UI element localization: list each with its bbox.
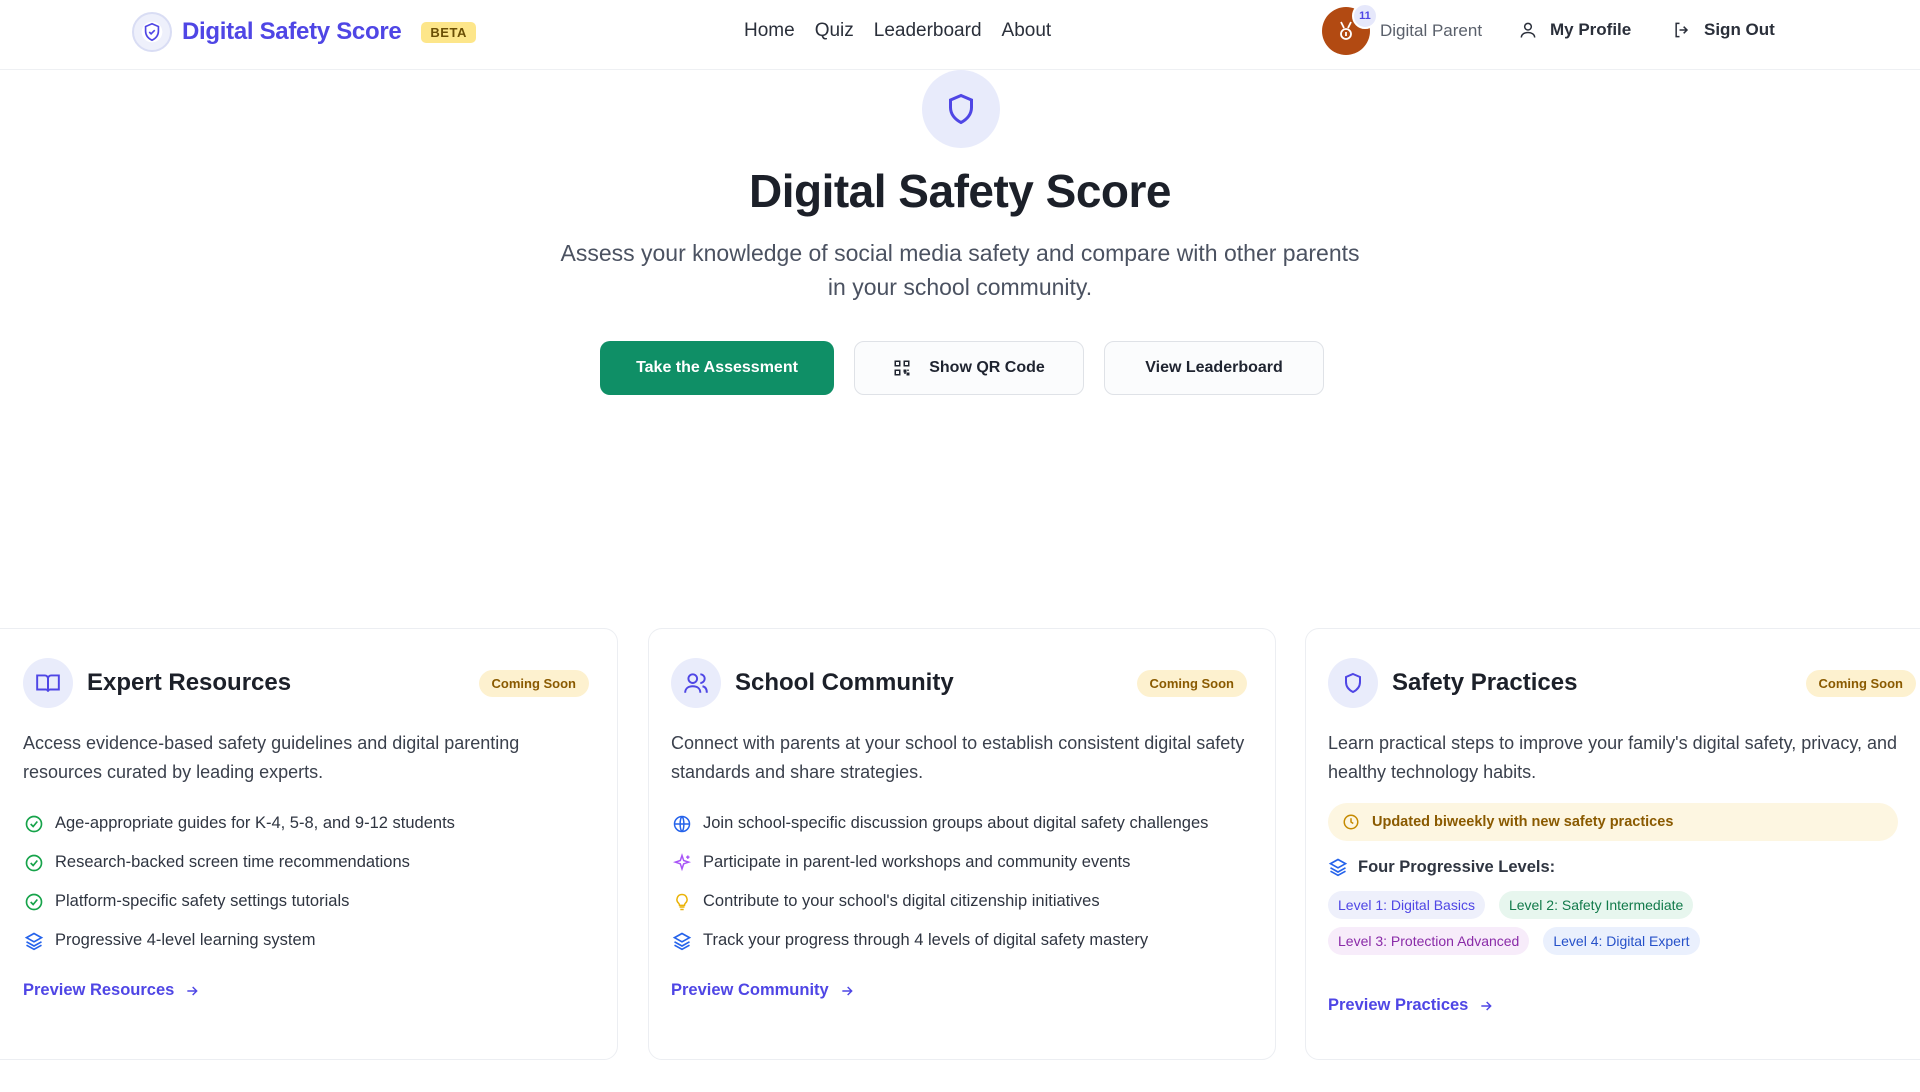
update-note: Updated biweekly with new safety practic… (1328, 803, 1898, 841)
page-title: Digital Safety Score (748, 165, 1172, 217)
users-icon (671, 658, 721, 708)
card-description: Access evidence-based safety guidelines … (23, 733, 520, 782)
hero-shield-icon (922, 70, 1000, 148)
level-pill-1: Level 1: Digital Basics (1328, 891, 1485, 919)
card-header: School Community Coming Soon (671, 657, 1247, 709)
coming-soon-badge: Coming Soon (478, 669, 589, 697)
badge-count: 11 (1352, 3, 1378, 29)
card-safety-practices: Safety Practices Coming Soon Learn pract… (1305, 628, 1920, 1060)
levels-heading: Four Progressive Levels: (1328, 857, 1555, 877)
my-profile-label: My Profile (1550, 20, 1632, 39)
book-icon (23, 658, 73, 708)
user-name: Digital Parent (1380, 21, 1483, 40)
levels-list: Level 1: Digital Basics Level 2: Safety … (1328, 891, 1728, 955)
feature-text: Participate in parent-led workshops and … (703, 853, 1131, 871)
list-item: Age-appropriate guides for K-4, 5-8, and… (23, 804, 455, 843)
card-description: Connect with parents at your school to e… (671, 733, 1245, 782)
level-pill-4: Level 4: Digital Expert (1543, 927, 1700, 955)
brand-title: Digital Safety Score (182, 18, 402, 45)
clock-icon (1343, 814, 1359, 830)
level-pill-3: Level 3: Protection Advanced (1328, 927, 1530, 955)
preview-community-link[interactable]: Preview Community (671, 981, 855, 1000)
arrow-right-icon (842, 985, 853, 996)
nav-about[interactable]: About (1002, 20, 1052, 42)
show-qr-code-label: Show QR Code (929, 359, 1045, 376)
hero-actions: Take the Assessment Show QR Code View Le… (600, 341, 1324, 395)
main-nav: Home Quiz Leaderboard About (744, 20, 1051, 42)
feature-list: Age-appropriate guides for K-4, 5-8, and… (23, 804, 455, 960)
feature-text: Contribute to your school's digital citi… (703, 892, 1100, 910)
preview-resources-link[interactable]: Preview Resources (23, 981, 200, 1000)
preview-link-label: Preview Resources (23, 981, 175, 999)
check-circle-icon (23, 813, 45, 835)
user-badge-area[interactable]: 11 Digital Parent (1322, 3, 1483, 55)
feature-text: Age-appropriate guides for K-4, 5-8, and… (55, 814, 455, 832)
nav-quiz[interactable]: Quiz (815, 20, 854, 42)
take-assessment-button[interactable]: Take the Assessment (600, 341, 834, 395)
globe-icon (671, 813, 693, 835)
top-header: Digital Safety Score BETA Home Quiz Lead… (0, 0, 1920, 70)
list-item: Platform-specific safety settings tutori… (23, 882, 455, 921)
shield-logo-icon (132, 12, 172, 52)
card-expert-resources: Expert Resources Coming Soon Access evid… (0, 628, 618, 1060)
logout-icon (1675, 22, 1689, 38)
feature-list: Join school-specific discussion groups a… (671, 804, 1208, 960)
beta-badge: BETA (421, 21, 476, 43)
layers-icon (1328, 858, 1348, 877)
card-header: Safety Practices Coming Soon (1328, 657, 1916, 709)
user-icon (1520, 22, 1536, 38)
levels-heading-text: Four Progressive Levels: (1358, 857, 1556, 876)
qr-code-icon (894, 360, 910, 376)
layers-icon (23, 930, 45, 952)
preview-link-label: Preview Practices (1328, 996, 1469, 1014)
nav-home[interactable]: Home (744, 20, 795, 42)
view-leaderboard-button[interactable]: View Leaderboard (1104, 341, 1324, 395)
arrow-right-icon (187, 985, 199, 996)
list-item: Research-backed screen time recommendati… (23, 843, 455, 882)
avatar[interactable]: 11 (1322, 3, 1378, 55)
card-description: Learn practical steps to improve your fa… (1328, 733, 1898, 782)
coming-soon-badge: Coming Soon (1805, 669, 1916, 697)
layers-icon (671, 930, 693, 952)
my-profile-link[interactable]: My Profile (1518, 20, 1631, 40)
lightbulb-icon (671, 891, 693, 913)
card-title: School Community (735, 669, 954, 696)
feature-text: Progressive 4-level learning system (55, 931, 316, 949)
card-title: Safety Practices (1392, 669, 1578, 696)
feature-text: Join school-specific discussion groups a… (703, 814, 1209, 832)
coming-soon-badge: Coming Soon (1136, 669, 1247, 697)
list-item: Progressive 4-level learning system (23, 921, 455, 960)
list-item: Contribute to your school's digital citi… (671, 882, 1208, 921)
feature-text: Platform-specific safety settings tutori… (55, 892, 350, 910)
feature-text: Research-backed screen time recommendati… (55, 853, 410, 871)
sparkles-icon (671, 852, 693, 874)
nav-leaderboard[interactable]: Leaderboard (874, 20, 982, 42)
update-note-text: Updated biweekly with new safety practic… (1372, 814, 1674, 830)
card-title: Expert Resources (87, 669, 292, 696)
sign-out-label: Sign Out (1704, 20, 1775, 39)
show-qr-code-button[interactable]: Show QR Code (854, 341, 1084, 395)
check-circle-icon (23, 891, 45, 913)
page-subtitle: Assess your knowledge of social media sa… (560, 240, 1360, 300)
check-circle-icon (23, 852, 45, 874)
preview-practices-link[interactable]: Preview Practices (1328, 996, 1494, 1015)
list-item: Participate in parent-led workshops and … (671, 843, 1208, 882)
arrow-right-icon (1481, 1000, 1493, 1011)
card-header: Expert Resources Coming Soon (23, 657, 589, 709)
preview-link-label: Preview Community (671, 981, 829, 999)
feature-text: Track your progress through 4 levels of … (703, 931, 1149, 949)
level-pill-2: Level 2: Safety Intermediate (1498, 891, 1694, 919)
sign-out-link[interactable]: Sign Out (1672, 20, 1775, 40)
list-item: Track your progress through 4 levels of … (671, 921, 1208, 960)
card-school-community: School Community Coming Soon Connect wit… (648, 628, 1276, 1060)
brand[interactable]: Digital Safety Score BETA (132, 12, 476, 52)
list-item: Join school-specific discussion groups a… (671, 804, 1208, 843)
shield-icon (1328, 658, 1378, 708)
